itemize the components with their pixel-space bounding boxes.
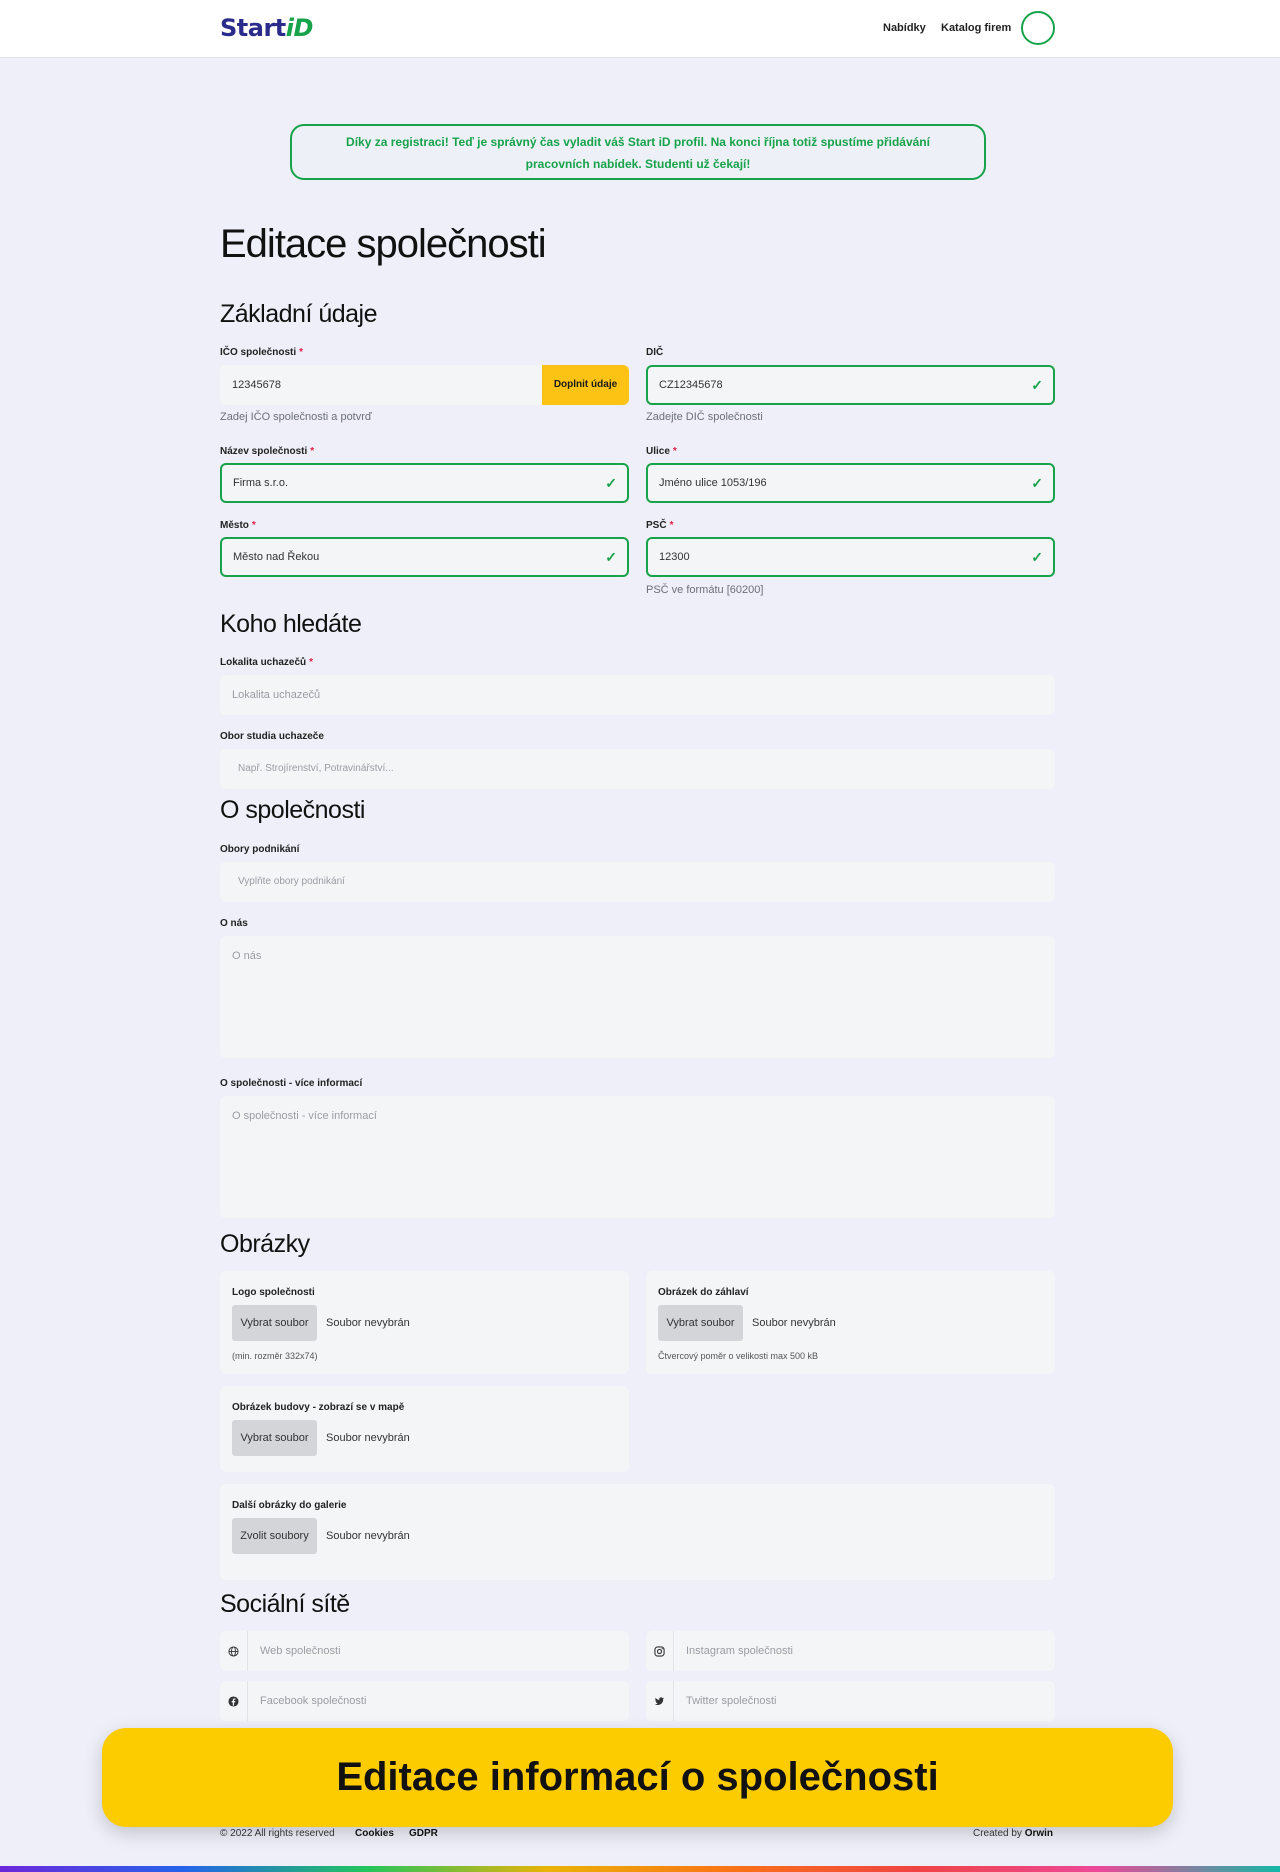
logo-choose-file-button[interactable]: Vybrat soubor — [232, 1305, 317, 1341]
start-id-logo[interactable]: StartiD — [220, 14, 313, 42]
nav-link-offers[interactable]: Nabídky — [883, 22, 926, 34]
header-image-choose-file-button[interactable]: Vybrat soubor — [658, 1305, 743, 1341]
company-name-input[interactable]: Firma s.r.o. ✓ — [220, 463, 629, 503]
fill-data-button[interactable]: Doplnit údaje — [542, 365, 629, 405]
building-image-upload-label: Obrázek budovy - zobrazí se v mapě — [232, 1402, 405, 1413]
page-title: Editace společnosti — [220, 222, 547, 266]
check-icon: ✓ — [1031, 377, 1043, 393]
ico-hint: Zadej IČO společnosti a potvrď — [220, 411, 372, 423]
zip-label: PSČ * — [646, 520, 674, 531]
section-title-seeking: Koho hledáte — [220, 610, 362, 638]
section-title-images: Obrázky — [220, 1230, 310, 1258]
dic-label: DIČ — [646, 347, 664, 358]
street-input[interactable]: Jméno ulice 1053/196 ✓ — [646, 463, 1055, 503]
header-image-upload-label: Obrázek do záhlaví — [658, 1287, 749, 1298]
building-image-choose-file-button[interactable]: Vybrat soubor — [232, 1420, 317, 1456]
required-marker: * — [299, 347, 304, 358]
dic-hint: Zadejte DIČ společnosti — [646, 411, 763, 423]
instagram-icon — [646, 1631, 674, 1671]
gallery-upload-label: Další obrázky do galerie — [232, 1500, 347, 1511]
logo-upload-label: Logo společnosti — [232, 1287, 315, 1298]
nav-link-company-catalog[interactable]: Katalog firem — [941, 22, 1011, 34]
business-input[interactable]: Vyplňte obory podnikání — [220, 862, 1055, 902]
section-title-basic: Základní údaje — [220, 300, 378, 328]
promo-banner: Editace informací o společnosti — [102, 1728, 1173, 1827]
web-input[interactable]: Web společnosti — [220, 1631, 629, 1671]
logo-upload-hint: (min. rozměr 332x74) — [232, 1351, 318, 1361]
registration-notice: Díky za registraci! Teď je správný čas v… — [290, 124, 986, 180]
section-title-about: O společnosti — [220, 796, 365, 824]
user-avatar[interactable] — [1021, 11, 1055, 45]
building-image-upload-card: Obrázek budovy - zobrazí se v mapě Vybra… — [220, 1386, 629, 1472]
location-label: Lokalita uchazečů * — [220, 657, 314, 668]
section-title-social: Sociální sítě — [220, 1590, 350, 1618]
required-marker: * — [669, 520, 674, 531]
logo-file-status: Soubor nevybrán — [326, 1317, 410, 1329]
street-label: Ulice * — [646, 446, 677, 457]
gallery-choose-files-button[interactable]: Zvolit soubory — [232, 1518, 317, 1554]
field-of-study-input[interactable]: Např. Strojírenství, Potravinářství... — [220, 749, 1055, 789]
header-image-upload-hint: Čtvercový poměr o velikosti max 500 kB — [658, 1351, 819, 1361]
twitter-input[interactable]: Twitter společnosti — [646, 1681, 1055, 1721]
facebook-input[interactable]: Facebook společnosti — [220, 1681, 629, 1721]
instagram-input[interactable]: Instagram společnosti — [646, 1631, 1055, 1671]
city-label: Město * — [220, 520, 256, 531]
header-image-upload-card: Obrázek do záhlaví Vybrat soubor Soubor … — [646, 1271, 1055, 1374]
about-us-textarea[interactable]: O nás — [220, 936, 1055, 1058]
about-us-label: O nás — [220, 918, 248, 929]
gallery-file-status: Soubor nevybrán — [326, 1530, 410, 1542]
business-label: Obory podnikání — [220, 844, 300, 855]
check-icon: ✓ — [605, 475, 617, 491]
zip-input[interactable]: 12300 ✓ — [646, 537, 1055, 577]
zip-hint: PSČ ve formátu [60200] — [646, 584, 764, 596]
required-marker: * — [251, 520, 256, 531]
required-marker: * — [310, 446, 315, 457]
ico-group: 12345678 Doplnit údaje — [220, 365, 629, 405]
top-navbar: StartiD Nabídky Katalog firem — [0, 0, 1280, 58]
location-input[interactable]: Lokalita uchazečů — [220, 675, 1055, 715]
header-image-file-status: Soubor nevybrán — [752, 1317, 836, 1329]
rainbow-stripe — [0, 1866, 1280, 1872]
footer-copyright: © 2022 All rights reserved — [220, 1828, 335, 1839]
gallery-upload-card: Další obrázky do galerie Zvolit soubory … — [220, 1484, 1055, 1580]
logo-upload-card: Logo společnosti Vybrat soubor Soubor ne… — [220, 1271, 629, 1374]
field-of-study-label: Obor studia uchazeče — [220, 731, 324, 742]
twitter-icon — [646, 1681, 674, 1721]
check-icon: ✓ — [1031, 549, 1043, 565]
ico-input[interactable]: 12345678 — [220, 365, 542, 405]
more-info-textarea[interactable]: O společnosti - více informací — [220, 1096, 1055, 1218]
footer-link-orwin[interactable]: Orwin — [1025, 1828, 1053, 1839]
company-name-label: Název společnosti * — [220, 446, 315, 457]
footer-credits: Created by Orwin — [973, 1828, 1054, 1839]
ico-label: IČO společnosti * — [220, 347, 304, 358]
more-info-label: O společnosti - více informací — [220, 1078, 363, 1089]
facebook-icon — [220, 1681, 248, 1721]
required-marker: * — [309, 657, 314, 668]
footer-link-cookies[interactable]: Cookies — [355, 1828, 394, 1839]
footer-link-gdpr[interactable]: GDPR — [409, 1828, 438, 1839]
globe-icon — [220, 1631, 248, 1671]
dic-input[interactable]: CZ12345678 ✓ — [646, 365, 1055, 405]
check-icon: ✓ — [605, 549, 617, 565]
city-input[interactable]: Město nad Řekou ✓ — [220, 537, 629, 577]
check-icon: ✓ — [1031, 475, 1043, 491]
building-image-file-status: Soubor nevybrán — [326, 1432, 410, 1444]
required-marker: * — [672, 446, 677, 457]
